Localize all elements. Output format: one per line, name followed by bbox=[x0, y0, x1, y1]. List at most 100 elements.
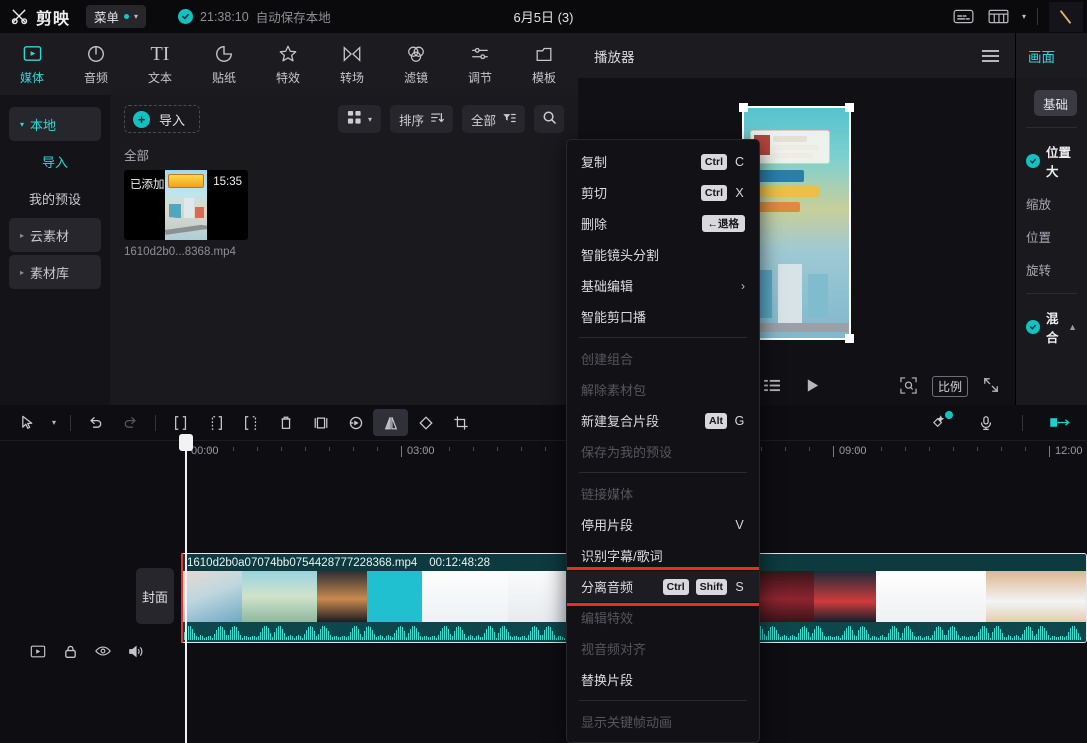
shortcut-key: Shift bbox=[696, 579, 727, 595]
tab-effects[interactable]: 特效 bbox=[256, 33, 320, 95]
menu-item-recognize-subtitles-lyrics[interactable]: 识别字幕/歌词 bbox=[567, 540, 759, 571]
menu-item-edit-effects: 编辑特效 bbox=[567, 602, 759, 633]
view-mode-button[interactable]: ▾ bbox=[338, 105, 381, 133]
menu-item-label: 分离音频 bbox=[581, 577, 633, 596]
keyboard-icon[interactable] bbox=[987, 6, 1011, 28]
tab-text-label: 文本 bbox=[148, 69, 172, 86]
menu-item-label: 智能镜头分割 bbox=[581, 245, 659, 264]
player-header: 播放器 bbox=[578, 33, 1015, 78]
property-position[interactable]: 位置 bbox=[1026, 227, 1077, 246]
trim-right-icon[interactable] bbox=[233, 409, 268, 436]
select-cursor-icon[interactable] bbox=[10, 409, 45, 436]
mirror-icon[interactable] bbox=[373, 409, 408, 436]
microphone-icon[interactable] bbox=[968, 409, 1003, 436]
sidebar-item-asset-library[interactable]: ▸ 素材库 bbox=[9, 255, 101, 289]
magic-wand-icon[interactable] bbox=[921, 409, 956, 436]
volume-icon[interactable] bbox=[128, 644, 144, 662]
resize-handle-tl[interactable] bbox=[739, 103, 748, 112]
effects-icon bbox=[278, 43, 298, 65]
media-sidebar: ▾ 本地 导入 我的预设 ▸ 云素材 ▸ 素材库 bbox=[0, 95, 110, 405]
menu-item-cut[interactable]: 剪切 Ctrl X bbox=[567, 177, 759, 208]
trim-left-icon[interactable] bbox=[198, 409, 233, 436]
playhead-handle[interactable] bbox=[179, 434, 193, 451]
menu-item-label: 编辑特效 bbox=[581, 608, 633, 627]
divider bbox=[1026, 293, 1077, 294]
crop-icon[interactable] bbox=[443, 409, 478, 436]
menu-item-smart-voiceover-cut[interactable]: 智能剪口播 bbox=[567, 301, 759, 332]
import-button[interactable]: + 导入 bbox=[124, 105, 200, 133]
chevron-right-icon: ▸ bbox=[20, 231, 24, 240]
resize-handle-tr[interactable] bbox=[845, 103, 854, 112]
playhead-line[interactable] bbox=[185, 437, 187, 743]
menu-button[interactable]: 菜单 ▾ bbox=[86, 5, 146, 28]
project-title: 6月5日 (3) bbox=[0, 7, 1087, 26]
app-logo: 剪映 bbox=[0, 5, 70, 29]
segment-basic[interactable]: 基础 bbox=[1034, 90, 1077, 116]
media-item[interactable]: 已添加 15:35 1610d2b0...8368.mp4 bbox=[124, 170, 248, 258]
tab-media[interactable]: 媒体 bbox=[0, 33, 64, 95]
tab-template[interactable]: 模板 bbox=[512, 33, 576, 95]
check-icon[interactable] bbox=[1026, 320, 1040, 334]
close-window-icon[interactable] bbox=[1049, 2, 1083, 32]
sidebar-item-local[interactable]: ▾ 本地 bbox=[9, 107, 101, 141]
filter-button[interactable]: 全部 bbox=[462, 105, 525, 133]
tab-transition[interactable]: 转场 bbox=[320, 33, 384, 95]
menu-item-label: 创建组合 bbox=[581, 349, 633, 368]
adapt-icon[interactable] bbox=[1042, 409, 1077, 436]
rotate-icon[interactable] bbox=[408, 409, 443, 436]
fullscreen-icon[interactable] bbox=[983, 377, 999, 396]
search-icon bbox=[542, 110, 557, 128]
chevron-down-icon[interactable]: ▾ bbox=[1022, 12, 1026, 21]
resize-handle-br[interactable] bbox=[845, 334, 854, 343]
freeze-frame-icon[interactable] bbox=[303, 409, 338, 436]
tab-sticker[interactable]: 贴纸 bbox=[192, 33, 256, 95]
search-button[interactable] bbox=[534, 105, 564, 133]
menu-item-label: 解除素材包 bbox=[581, 380, 646, 399]
sort-button[interactable]: 排序 bbox=[390, 105, 453, 133]
tab-text[interactable]: TI 文本 bbox=[128, 33, 192, 95]
cursor-dropdown-icon[interactable]: ▾ bbox=[45, 409, 63, 436]
tab-picture[interactable]: 画面 bbox=[1028, 46, 1055, 66]
menu-item-basic-edit[interactable]: 基础编辑 › bbox=[567, 270, 759, 301]
menu-item-new-compound-clip[interactable]: 新建复合片段 Alt G bbox=[567, 405, 759, 436]
menu-item-smart-shot-split[interactable]: 智能镜头分割 bbox=[567, 239, 759, 270]
play-icon[interactable] bbox=[805, 378, 820, 396]
tab-audio[interactable]: 音频 bbox=[64, 33, 128, 95]
eye-icon[interactable] bbox=[95, 644, 111, 662]
property-group-position-size[interactable]: 位置大 bbox=[1026, 142, 1077, 180]
property-scale[interactable]: 缩放 bbox=[1026, 194, 1077, 213]
property-label: 旋转 bbox=[1026, 260, 1051, 279]
reverse-icon[interactable] bbox=[338, 409, 373, 436]
menu-item-disable-clip[interactable]: 停用片段 V bbox=[567, 509, 759, 540]
menu-item-replace-clip[interactable]: 替换片段 bbox=[567, 664, 759, 695]
list-icon[interactable] bbox=[764, 379, 781, 395]
timeline-ruler[interactable]: 00:00 03:00 06:00 09:00 12:00 bbox=[0, 440, 1087, 466]
split-icon[interactable] bbox=[163, 409, 198, 436]
cover-button[interactable]: 封面 bbox=[136, 568, 174, 624]
property-group-blend[interactable]: 混合 ▲ bbox=[1026, 308, 1077, 346]
transition-icon bbox=[342, 43, 362, 65]
preview-icon[interactable] bbox=[30, 644, 46, 662]
menu-item-time-range[interactable]: 时间区域 › bbox=[567, 737, 759, 743]
sidebar-item-my-presets[interactable]: 我的预设 bbox=[9, 181, 101, 215]
sidebar-item-cloud-assets[interactable]: ▸ 云素材 bbox=[9, 218, 101, 252]
tab-filter[interactable]: 滤镜 bbox=[384, 33, 448, 95]
media-section-label: 全部 bbox=[110, 143, 578, 170]
hamburger-icon[interactable] bbox=[982, 50, 999, 62]
ratio-button[interactable]: 比例 bbox=[932, 376, 968, 397]
zoom-fit-icon[interactable] bbox=[900, 377, 917, 397]
property-rotation[interactable]: 旋转 bbox=[1026, 260, 1077, 279]
tab-audio-label: 音频 bbox=[84, 69, 108, 86]
redo-icon[interactable] bbox=[113, 409, 148, 436]
delete-icon[interactable] bbox=[268, 409, 303, 436]
subtitle-icon[interactable] bbox=[952, 6, 976, 28]
menu-item-separate-audio[interactable]: 分离音频 Ctrl Shift S bbox=[567, 571, 759, 602]
menu-item-copy[interactable]: 复制 Ctrl C bbox=[567, 146, 759, 177]
sidebar-item-label: 素材库 bbox=[30, 263, 69, 282]
check-icon[interactable] bbox=[1026, 154, 1040, 168]
menu-item-delete[interactable]: 删除 ←退格 bbox=[567, 208, 759, 239]
lock-icon[interactable] bbox=[63, 644, 78, 662]
tab-adjust[interactable]: 调节 bbox=[448, 33, 512, 95]
sidebar-item-import[interactable]: 导入 bbox=[9, 144, 101, 178]
undo-icon[interactable] bbox=[78, 409, 113, 436]
